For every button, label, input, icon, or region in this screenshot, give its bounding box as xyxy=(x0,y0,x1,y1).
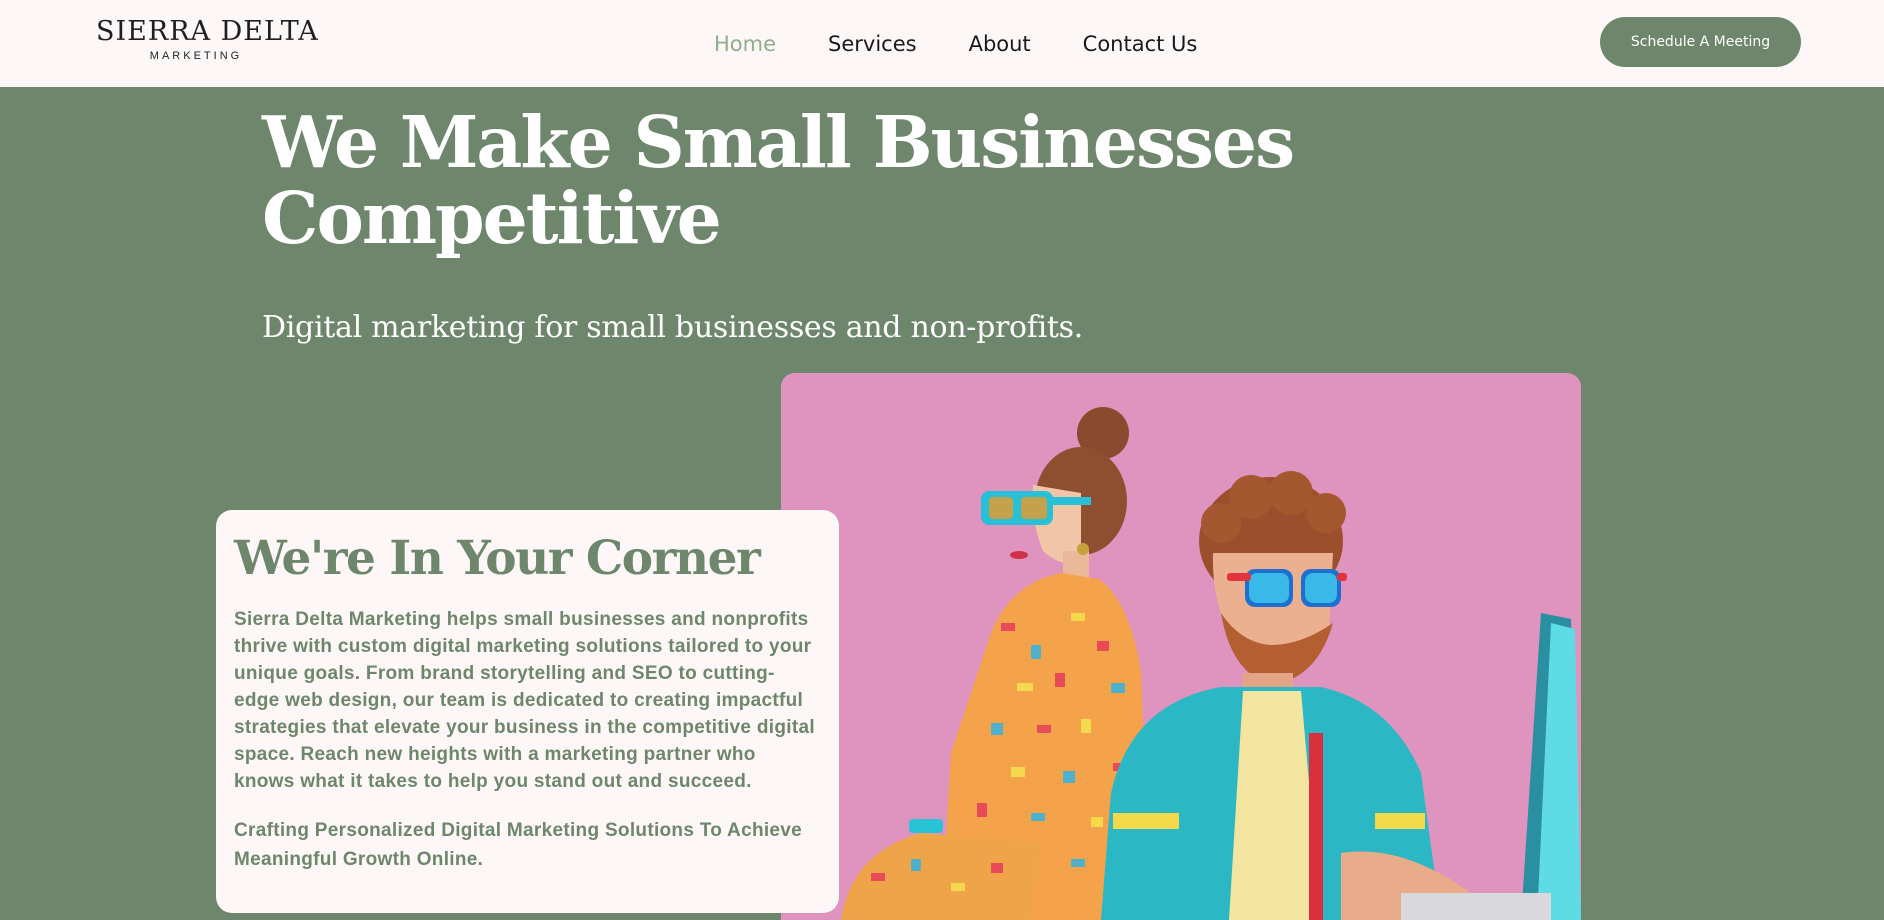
nav-item-services[interactable]: Services xyxy=(828,30,917,58)
hero-subtitle: Digital marketing for small businesses a… xyxy=(262,310,1083,345)
card-tagline: Crafting Personalized Digital Marketing … xyxy=(234,820,803,870)
hero-title: We Make Small Businesses Competitive xyxy=(262,100,1295,260)
site-logo[interactable]: SIERRA DELTA MARKETING xyxy=(96,14,319,63)
schedule-meeting-button[interactable]: Schedule A Meeting xyxy=(1600,17,1801,67)
logo-subtitle: MARKETING xyxy=(149,50,243,62)
nav-item-about[interactable]: About xyxy=(969,30,1031,58)
card-heading: We're In Your Corner xyxy=(234,531,761,586)
hero-photo xyxy=(781,373,1581,920)
card-body: Sierra Delta Marketing helps small busin… xyxy=(234,609,815,792)
nav-item-home[interactable]: Home xyxy=(714,30,776,58)
intro-card: We're In Your Corner Sierra Delta Market… xyxy=(216,510,839,913)
main-nav: Home Services About Contact Us xyxy=(714,30,1197,58)
logo-wordmark: SIERRA DELTA xyxy=(96,16,319,47)
nav-item-contact[interactable]: Contact Us xyxy=(1083,30,1198,58)
site-header: SIERRA DELTA MARKETING Home Services Abo… xyxy=(0,0,1884,87)
